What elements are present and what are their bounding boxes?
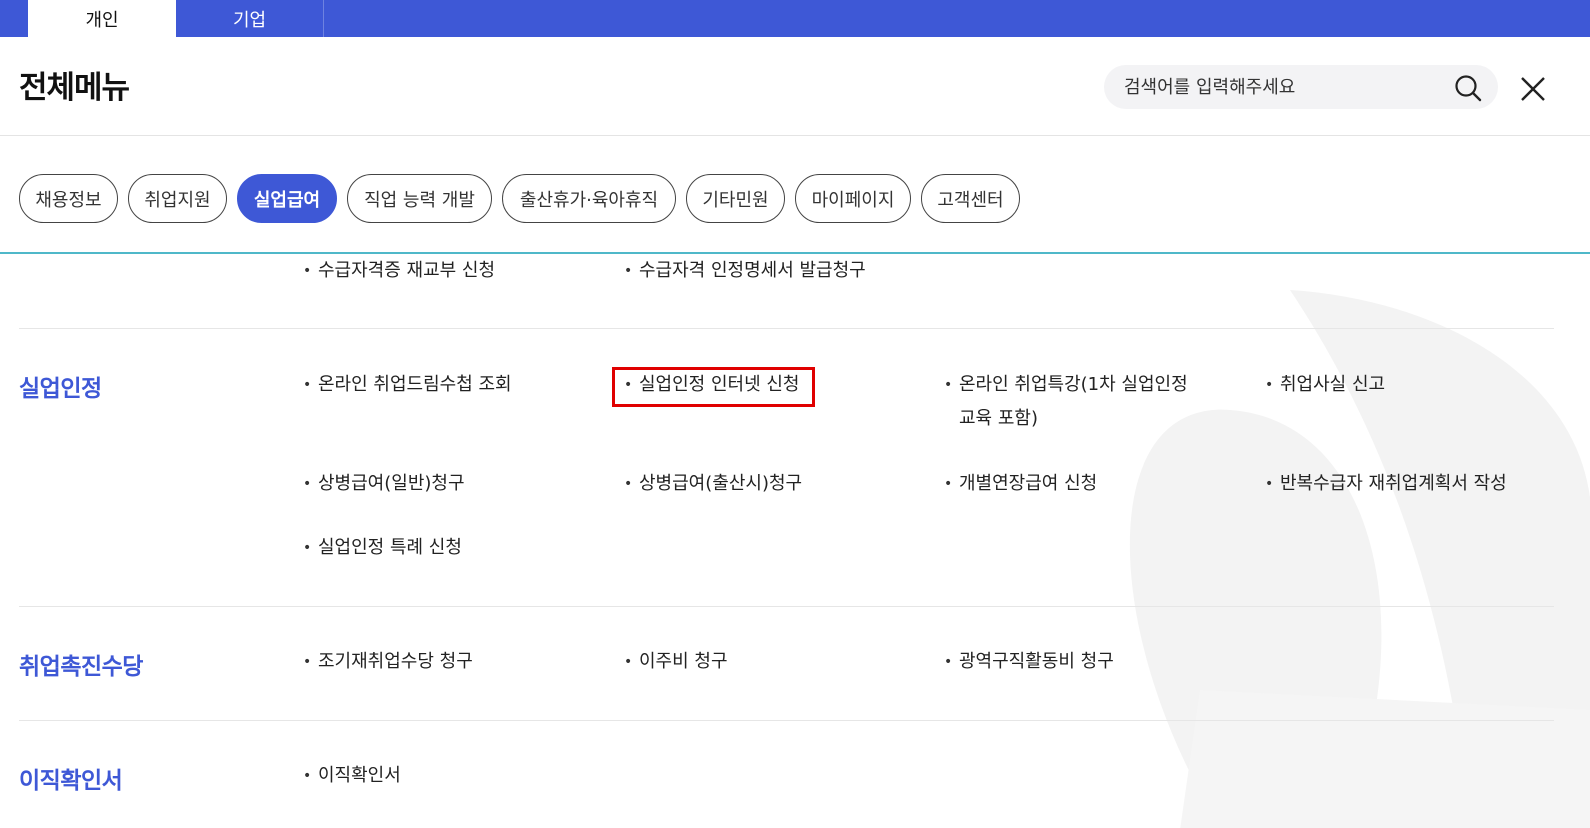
user-type-tab-bar: 개인 기업: [0, 0, 1590, 37]
menu-link[interactable]: • 실업인정 특례 신청: [303, 531, 462, 565]
highlight-box: [612, 367, 815, 407]
menu-link[interactable]: • 이주비 청구: [624, 645, 728, 679]
category-recruit-info[interactable]: 채용정보: [19, 174, 118, 223]
menu-link[interactable]: • 이직확인서: [303, 759, 401, 793]
search-icon[interactable]: [1454, 74, 1482, 102]
menu-link[interactable]: • 온라인 취업특강(1차 실업인정 교육 포함): [944, 368, 1188, 436]
tab-personal[interactable]: 개인: [28, 0, 176, 37]
category-job-skills[interactable]: 직업 능력 개발: [347, 174, 492, 223]
section-title: 실업인정: [19, 376, 102, 402]
section-divider: [19, 720, 1554, 721]
menu-link[interactable]: • 수급자격 인정명세서 발급청구: [624, 254, 866, 288]
section-divider: [19, 328, 1554, 329]
section-title: 이직확인서: [19, 768, 123, 794]
menu-link[interactable]: • 조기재취업수당 청구: [303, 645, 473, 679]
section-divider: [19, 606, 1554, 607]
menu-link[interactable]: • 수급자격증 재교부 신청: [303, 254, 495, 288]
category-unemployment-benefit[interactable]: 실업급여: [237, 174, 337, 223]
tab-business[interactable]: 기업: [176, 0, 324, 37]
close-icon[interactable]: [1518, 74, 1548, 104]
search-input[interactable]: [1124, 65, 1444, 109]
menu-link[interactable]: • 반복수급자 재취업계획서 작성: [1265, 467, 1507, 501]
menu-link[interactable]: • 광역구직활동비 청구: [944, 645, 1114, 679]
menu-link[interactable]: • 개별연장급여 신청: [944, 467, 1097, 501]
category-employment-support[interactable]: 취업지원: [128, 174, 227, 223]
menu-link[interactable]: • 취업사실 신고: [1265, 368, 1385, 402]
page-title: 전체메뉴: [19, 70, 130, 106]
category-maternity-childcare[interactable]: 출산휴가·육아휴직: [502, 174, 676, 223]
menu-link[interactable]: • 온라인 취업드림수첩 조회: [303, 368, 512, 402]
section-title: 취업촉진수당: [19, 654, 143, 680]
menu-link[interactable]: • 상병급여(출산시)청구: [624, 467, 802, 501]
category-other-petitions[interactable]: 기타민원: [686, 174, 785, 223]
header-divider: [0, 135, 1590, 136]
menu-link[interactable]: • 상병급여(일반)청구: [303, 467, 465, 501]
search-box: [1104, 65, 1498, 109]
category-mypage[interactable]: 마이페이지: [795, 174, 911, 223]
category-customer-center[interactable]: 고객센터: [921, 174, 1020, 223]
